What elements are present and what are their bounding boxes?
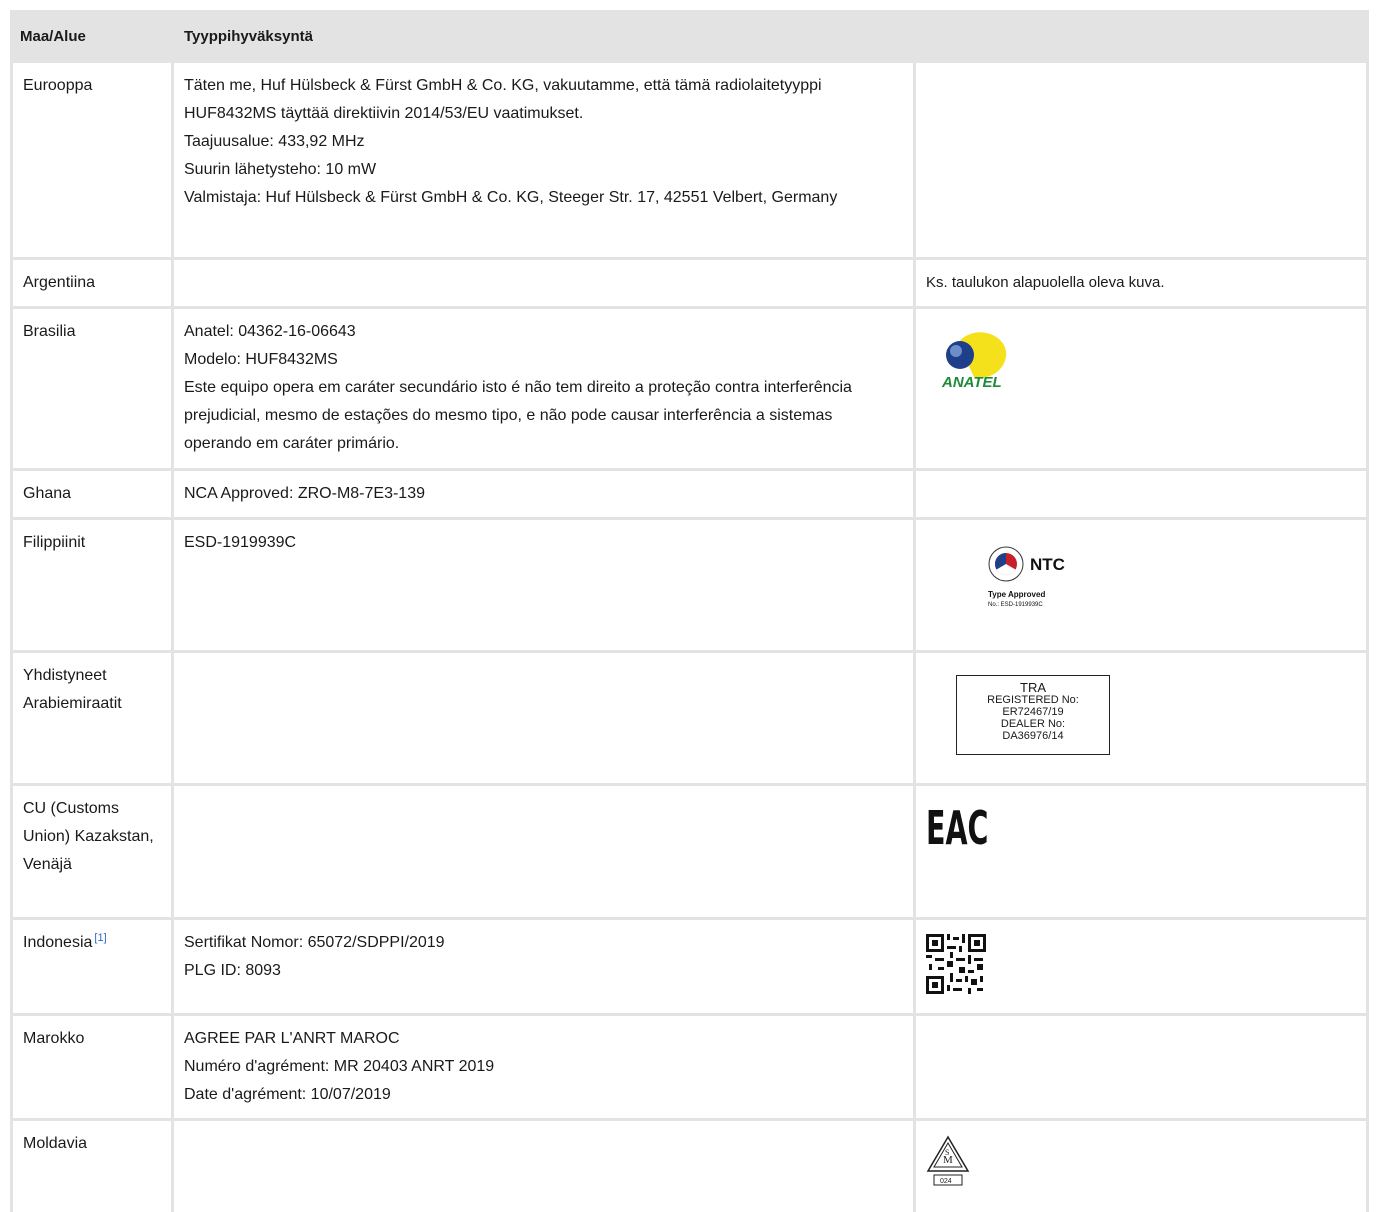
country-cell: Eurooppa	[10, 63, 174, 260]
table-row: Indonesia [1] Sertifikat Nomor: 65072/SDP…	[10, 920, 1370, 1016]
approval-text-cell	[174, 786, 916, 920]
header-type-approval: Tyyppihyväksyntä	[174, 10, 1370, 63]
tra-line: REGISTERED No:	[987, 694, 1079, 706]
text-line: ESD-1919939C	[184, 534, 297, 551]
tra-line: DEALER No:	[1000, 718, 1066, 730]
header-country: Maa/Alue	[10, 10, 174, 63]
approval-text-cell	[174, 653, 916, 786]
table-row: Marokko AGREE PAR L'ANRT MAROC Numéro d'…	[10, 1016, 1370, 1121]
logo-cell	[916, 1016, 1370, 1121]
table-row: Argentiina Ks. taulukon alapuolella olev…	[10, 260, 1370, 309]
ntc-logo: NTC Type Approved No.: ESD-1919939C	[988, 546, 1065, 608]
approval-text-cell: ESD-1919939C	[174, 520, 916, 653]
logo-cell: ANATEL	[916, 309, 1370, 471]
tra-line: ER72467/19	[1002, 706, 1064, 718]
country-cell: Indonesia [1]	[10, 920, 174, 1016]
tra-line: TRA	[1020, 680, 1046, 695]
approval-text-cell: Täten me, Huf Hülsbeck & Fürst GmbH & Co…	[174, 63, 916, 260]
text-line: Täten me, Huf Hülsbeck & Fürst GmbH & Co…	[184, 77, 822, 122]
country-name: Indonesia	[23, 934, 93, 951]
approval-text-cell: NCA Approved: ZRO-M8-7E3-139	[174, 471, 916, 520]
svg-text:Type Approved: Type Approved	[988, 590, 1045, 599]
approval-text-cell: AGREE PAR L'ANRT MAROC Numéro d'agrément…	[174, 1016, 916, 1121]
qr-code-icon	[926, 934, 986, 994]
text-line: Numéro d'agrément: MR 20403 ANRT 2019	[184, 1058, 495, 1075]
country-cell: Marokko	[10, 1016, 174, 1121]
logo-cell	[916, 471, 1370, 520]
table-row: Moldavia M S 024	[10, 1121, 1370, 1212]
logo-cell	[916, 63, 1370, 260]
eac-logo: EAC	[926, 802, 988, 856]
country-cell: Moldavia	[10, 1121, 174, 1212]
logo-cell: M S 024	[916, 1121, 1370, 1212]
table-row: Eurooppa Täten me, Huf Hülsbeck & Fürst …	[10, 63, 1370, 260]
table-row: Ghana NCA Approved: ZRO-M8-7E3-139	[10, 471, 1370, 520]
text-line: PLG ID: 8093	[184, 962, 281, 979]
table-row: CU (Customs Union) Kazakstan, Venäjä EAC	[10, 786, 1370, 920]
approval-text-cell: Sertifikat Nomor: 65072/SDPPI/2019 PLG I…	[174, 920, 916, 1016]
text-line: Valmistaja: Huf Hülsbeck & Fürst GmbH & …	[184, 189, 838, 206]
footnote-link[interactable]: [1]	[94, 932, 106, 944]
text-line: Suurin lähetysteho: 10 mW	[184, 161, 377, 178]
moldova-sm-mark-icon: M S 024	[926, 1135, 970, 1186]
type-approval-table: Maa/Alue Tyyppihyväksyntä Eurooppa Täten…	[10, 10, 1370, 1212]
table-header-row: Maa/Alue Tyyppihyväksyntä	[10, 10, 1370, 63]
note-cell: Ks. taulukon alapuolella oleva kuva.	[916, 260, 1370, 309]
text-line: Anatel: 04362-16-06643	[184, 323, 356, 340]
table-row: Yhdistyneet Arabiemiraatit TRA REGISTERE…	[10, 653, 1370, 786]
approval-text-cell: Anatel: 04362-16-06643 Modelo: HUF8432MS…	[174, 309, 916, 471]
text-line: Este equipo opera em caráter secundário …	[184, 379, 852, 452]
text-line: NCA Approved: ZRO-M8-7E3-139	[184, 485, 425, 502]
approval-text-cell	[174, 1121, 916, 1212]
svg-text:EAC: EAC	[926, 802, 988, 854]
logo-cell: EAC	[916, 786, 1370, 920]
svg-text:S: S	[945, 1148, 949, 1157]
text-line: AGREE PAR L'ANRT MAROC	[184, 1030, 400, 1047]
text-line: Date d'agrément: 10/07/2019	[184, 1086, 391, 1103]
country-cell: Filippiinit	[10, 520, 174, 653]
svg-text:ANATEL: ANATEL	[941, 374, 1002, 391]
country-cell: CU (Customs Union) Kazakstan, Venäjä	[10, 786, 174, 920]
svg-text:024: 024	[940, 1178, 952, 1185]
text-line: Taajuusalue: 433,92 MHz	[184, 133, 365, 150]
svg-text:NTC: NTC	[1030, 555, 1065, 574]
country-cell: Ghana	[10, 471, 174, 520]
country-cell: Yhdistyneet Arabiemiraatit	[10, 653, 174, 786]
text-line: Sertifikat Nomor: 65072/SDPPI/2019	[184, 934, 445, 951]
anatel-logo: ANATEL	[941, 332, 1007, 391]
text-line: Modelo: HUF8432MS	[184, 351, 338, 368]
approval-text-cell	[174, 260, 916, 309]
tra-line: DA36976/14	[1002, 730, 1064, 742]
approval-table-container: Maa/Alue Tyyppihyväksyntä Eurooppa Täten…	[10, 10, 1370, 1212]
svg-text:No.: ESD-1919939C: No.: ESD-1919939C	[988, 602, 1043, 608]
table-row: Brasilia Anatel: 04362-16-06643 Modelo: …	[10, 309, 1370, 471]
country-cell: Argentiina	[10, 260, 174, 309]
logo-cell: NTC Type Approved No.: ESD-1919939C	[916, 520, 1370, 653]
tra-label: TRA REGISTERED No: ER72467/19 DEALER No:…	[956, 675, 1110, 755]
logo-cell	[916, 920, 1370, 1016]
table-row: Filippiinit ESD-1919939C NTC Type Approv…	[10, 520, 1370, 653]
country-cell: Brasilia	[10, 309, 174, 471]
logo-cell: TRA REGISTERED No: ER72467/19 DEALER No:…	[916, 653, 1370, 786]
